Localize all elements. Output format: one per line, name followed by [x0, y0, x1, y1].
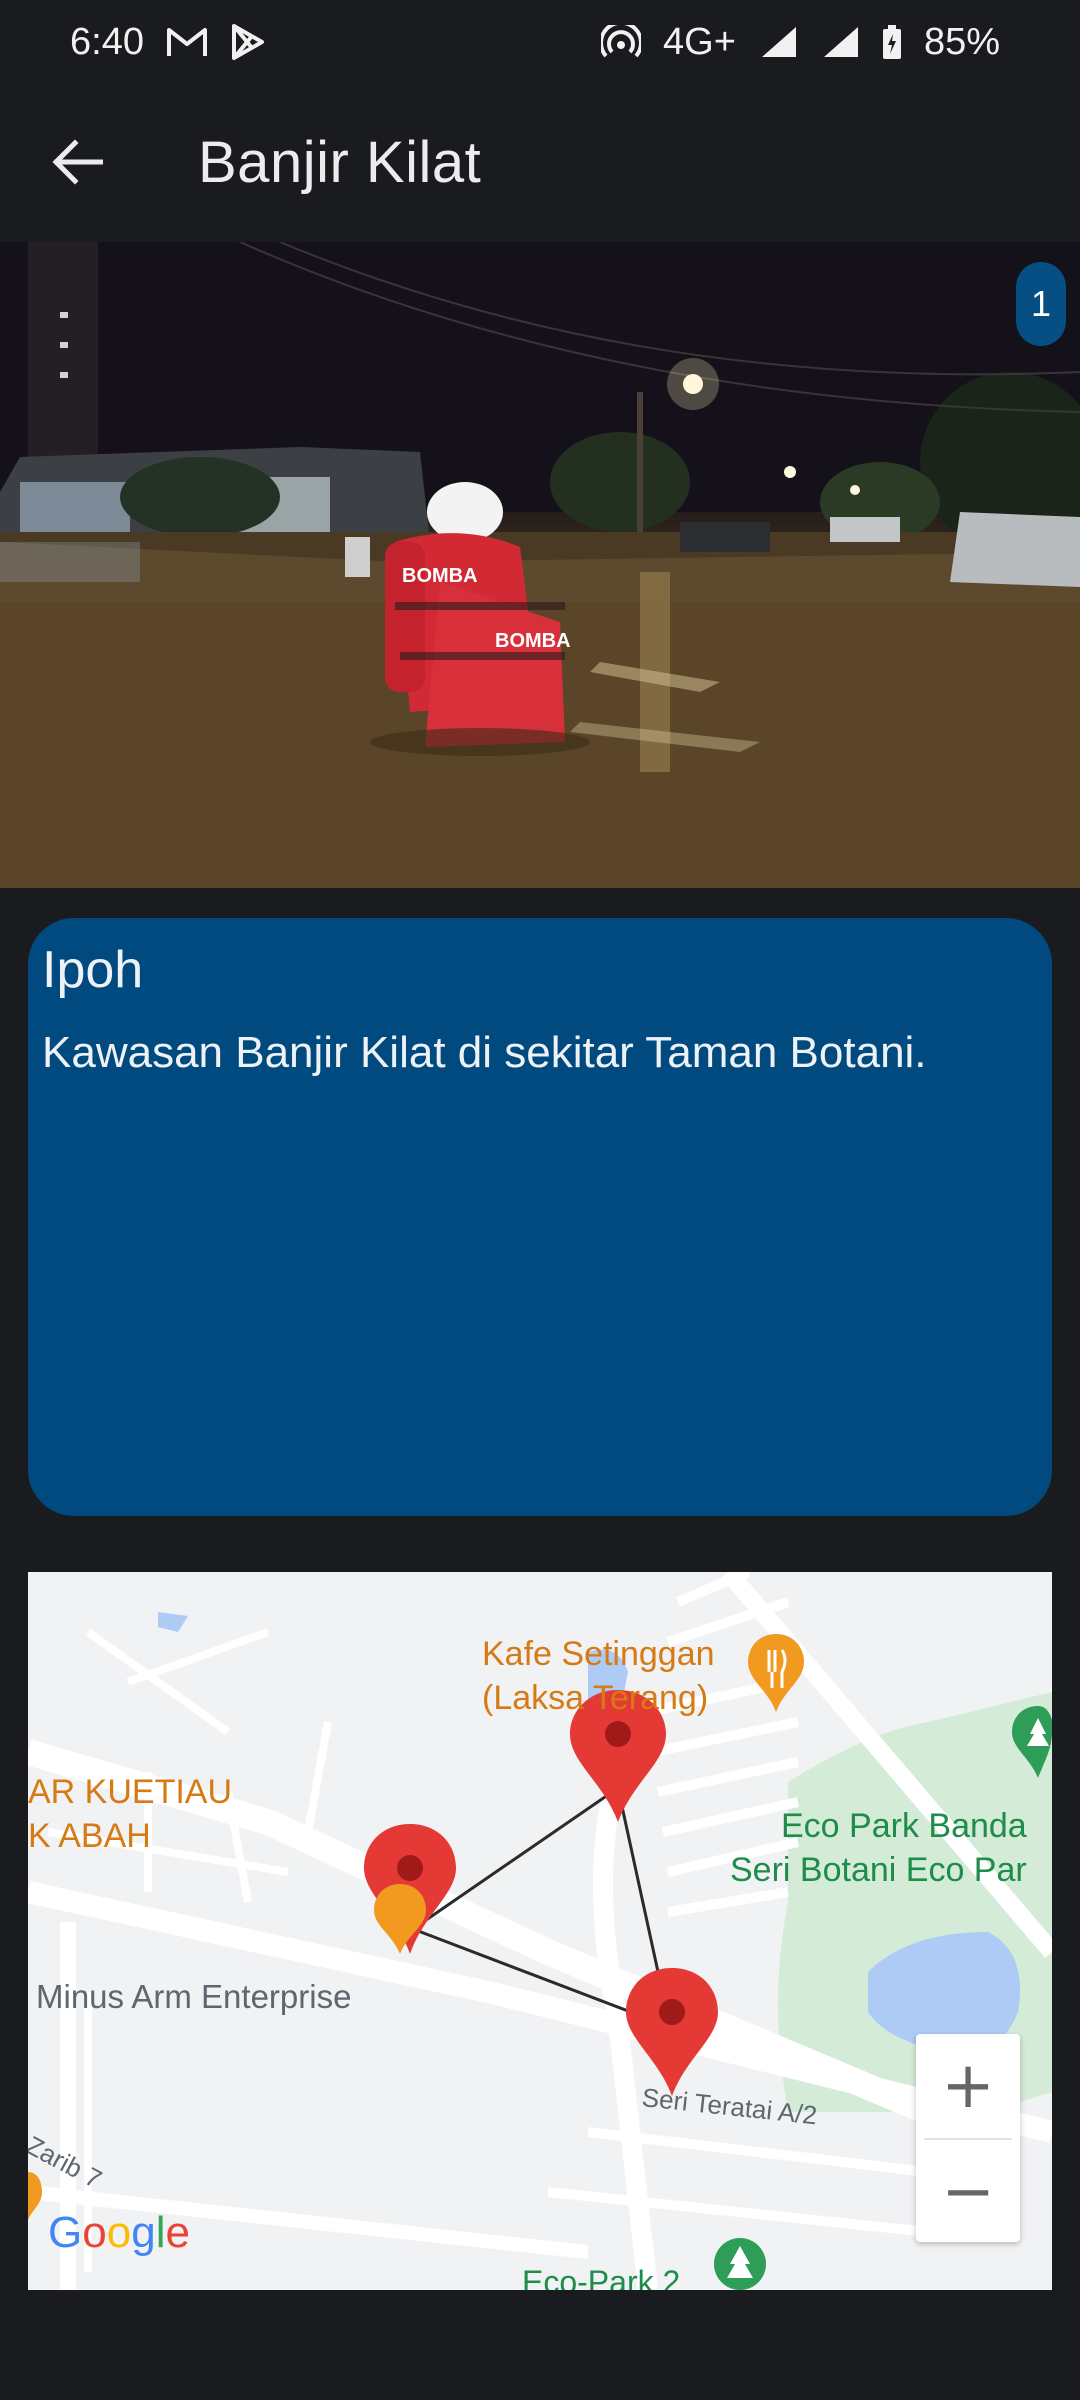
zoom-out-button[interactable]: − [916, 2140, 1020, 2244]
signal-icon [758, 25, 798, 59]
map-marker-red-3[interactable] [626, 1968, 718, 2096]
clock: 6:40 [70, 20, 144, 63]
vest-text: BOMBA [402, 565, 478, 587]
gmail-icon [166, 26, 208, 58]
location-description: Kawasan Banjir Kilat di sekitar Taman Bo… [42, 1028, 927, 1077]
vest-text-2: BOMBA [495, 630, 571, 652]
photo-count-badge: 1 [1016, 262, 1066, 346]
zoom-in-button[interactable]: + [916, 2034, 1020, 2138]
zoom-controls: + − [916, 2034, 1020, 2242]
flood-photo[interactable]: BOMBA BOMBA 1 [0, 242, 1080, 888]
play-store-icon [230, 23, 266, 61]
google-logo: Google [48, 2208, 190, 2257]
page-title: Banjir Kilat [198, 129, 482, 195]
info-card: Ipoh Kawasan Banjir Kilat di sekitar Tam… [28, 918, 1052, 1516]
hotspot-icon [601, 25, 642, 59]
arrow-back-icon [52, 139, 103, 185]
back-button[interactable] [22, 107, 132, 217]
location-city: Ipoh [42, 941, 144, 999]
restaurant-poi-icon[interactable] [374, 1884, 426, 1954]
network-type: 4G+ [663, 20, 736, 63]
ecopark2-poi-icon[interactable] [714, 2238, 766, 2290]
battery-icon [882, 25, 902, 59]
signal-icon-2 [820, 25, 860, 59]
status-bar: 6:40 4G+ 85% [0, 0, 1080, 84]
app-bar: Banjir Kilat [0, 84, 1080, 240]
map-label-ecopark2: Eco-Park 2 [522, 2264, 681, 2290]
map-label-minus-arm: Minus Arm Enterprise [36, 1978, 352, 2015]
map-label-kuetiau: AR KUETIAU K ABAH [28, 1773, 233, 1855]
map-label-ecopark: Eco Park Banda Seri Botani Eco Par [730, 1807, 1027, 1889]
cafe-poi-icon[interactable] [748, 1634, 804, 1712]
map-view[interactable]: Kafe Setinggan (Laksa Terang) AR KUETIAU… [28, 1572, 1052, 2290]
flood-photo-illustration: BOMBA BOMBA [0, 242, 1080, 888]
battery-level: 85% [923, 20, 1000, 63]
map-label-cafe: Kafe Setinggan (Laksa Terang) [482, 1635, 715, 1717]
